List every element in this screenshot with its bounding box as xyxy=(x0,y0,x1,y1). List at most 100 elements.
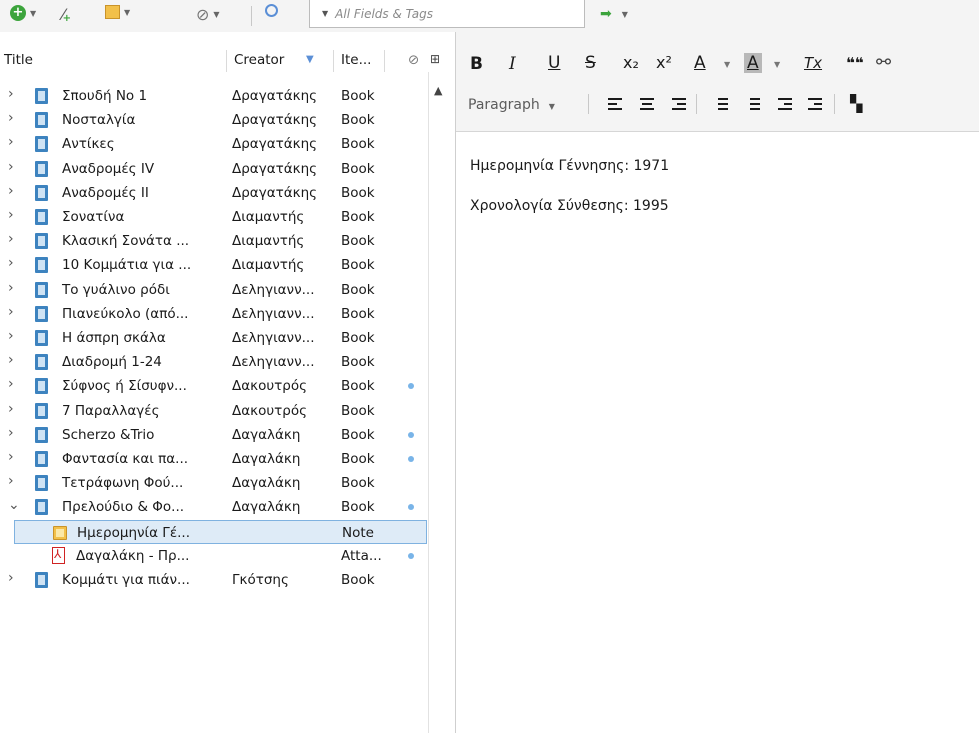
strikethrough-button[interactable]: S xyxy=(585,53,596,73)
underline-button[interactable]: U xyxy=(548,53,560,73)
collapse-twisty-icon[interactable]: ⌄ xyxy=(8,497,20,513)
tree-row-book[interactable]: › Κλασική Σονάτα ... Διαμαντής Book xyxy=(0,229,428,253)
tree-row-book[interactable]: › Πιανεύκολο (από... Δεληγιανν... Book xyxy=(0,302,428,326)
tree-row-attachment[interactable]: Δαγαλάκη - Πρ... Atta... xyxy=(0,544,428,568)
attachment-dot-icon[interactable] xyxy=(408,456,414,462)
book-icon xyxy=(35,475,48,492)
column-picker-icon[interactable]: ⊞ xyxy=(430,52,440,66)
chevron-down-icon[interactable]: ▼ xyxy=(774,60,780,69)
column-title[interactable]: Title xyxy=(4,52,33,68)
expand-twisty-icon[interactable]: › xyxy=(8,110,14,126)
chevron-down-icon: ▼ xyxy=(213,10,220,19)
tree-row-book[interactable]: › Κομμάτι για πιάν... Γκότσης Book xyxy=(0,568,428,592)
row-creator: Δραγατάκης xyxy=(232,112,318,129)
align-center-icon[interactable] xyxy=(640,98,654,111)
attachment-dot-icon[interactable] xyxy=(408,431,414,438)
chevron-down-icon[interactable]: ▼ xyxy=(724,60,730,69)
items-tree[interactable]: Title Creator ▼ Ite... ⊘ ⊞ › Σπουδή No 1 Δ… xyxy=(0,32,446,733)
tree-row-book[interactable]: › Φαντασία και πα... Δαγαλάκη Book xyxy=(0,447,428,471)
column-creator[interactable]: Creator xyxy=(234,52,284,68)
attachment-dot-icon[interactable] xyxy=(408,504,414,511)
scroll-up-icon[interactable]: ▲ xyxy=(434,84,442,97)
clear-formatting-button[interactable]: Tx xyxy=(804,54,822,72)
row-title: Αντίκες xyxy=(62,136,115,153)
highlight-color-button[interactable]: A xyxy=(744,53,762,73)
row-item-type: Book xyxy=(341,402,375,419)
tree-row-book[interactable]: › Σύφνος ή Σίσυφν... Δακουτρός Book xyxy=(0,374,428,398)
column-divider[interactable] xyxy=(333,50,334,72)
expand-twisty-icon[interactable]: › xyxy=(8,86,14,102)
expand-twisty-icon[interactable]: › xyxy=(8,183,14,199)
expand-twisty-icon[interactable]: › xyxy=(8,255,14,271)
tree-row-book[interactable]: › Αναδρομές IV Δραγατάκης Book xyxy=(0,157,428,181)
add-by-identifier-button[interactable]: ⁄ + xyxy=(62,5,71,24)
row-title: Σπουδή No 1 xyxy=(62,88,148,104)
tree-row-book[interactable]: › Η άσπρη σκάλα Δεληγιανν... Book xyxy=(0,326,428,350)
subscript-button[interactable]: x₂ xyxy=(623,53,639,72)
toolbar-divider xyxy=(251,6,252,26)
link-icon[interactable]: ⚯ xyxy=(876,52,891,73)
outdent-icon[interactable] xyxy=(778,98,792,111)
search-input[interactable]: ▼ All Fields & Tags xyxy=(309,0,585,28)
column-item-type[interactable]: Ite... xyxy=(341,52,371,68)
row-title: Πρελούδιο & Φο... xyxy=(62,499,185,516)
align-right-icon[interactable] xyxy=(672,98,686,111)
expand-twisty-icon[interactable]: › xyxy=(8,449,14,465)
expand-twisty-icon[interactable]: › xyxy=(8,207,14,223)
tree-row-book[interactable]: › Scherzo &Trio Δαγαλάκη Book xyxy=(0,423,428,447)
tree-row-book[interactable]: › Τετράφωνη Φού... Δαγαλάκη Book xyxy=(0,471,428,495)
expand-twisty-icon[interactable]: › xyxy=(8,159,14,175)
row-item-type: Book xyxy=(341,257,375,274)
tree-row-book[interactable]: › Το γυάλινο ρόδι Δεληγιανν... Book xyxy=(0,278,428,302)
bold-button[interactable]: B xyxy=(470,54,483,74)
tree-row-book[interactable]: › 10 Κομμάτια για ... Διαμαντής Book xyxy=(0,253,428,277)
new-item-button[interactable]: + ▼ xyxy=(10,5,36,21)
expand-twisty-icon[interactable]: › xyxy=(8,401,14,417)
chevron-down-icon[interactable]: ▼ xyxy=(322,9,328,18)
attachment-dot-icon[interactable] xyxy=(408,383,414,390)
note-content[interactable]: Ημερομηνία Γέννησης: 1971 Χρονολογία Σύν… xyxy=(470,156,669,236)
row-item-type: Book xyxy=(341,330,375,346)
tree-row-book[interactable]: › 7 Παραλλαγές Δακουτρός Book xyxy=(0,399,428,423)
tree-row-book[interactable]: › Αναδρομές ΙΙ Δραγατάκης Book xyxy=(0,181,428,205)
bullet-list-icon[interactable] xyxy=(714,98,728,111)
expand-twisty-icon[interactable]: › xyxy=(8,352,14,368)
expand-twisty-icon[interactable]: › xyxy=(8,570,14,586)
expand-twisty-icon[interactable]: › xyxy=(8,376,14,392)
expand-twisty-icon[interactable]: › xyxy=(8,280,14,296)
advanced-search-button[interactable] xyxy=(265,4,278,17)
tree-row-book[interactable]: › Σονατίνα Διαμαντής Book xyxy=(0,205,428,229)
attachment-column-icon[interactable]: ⊘ xyxy=(408,52,419,68)
tree-row-note[interactable]: Ημερομηνία Γέ... Note xyxy=(14,519,427,544)
tree-row-book[interactable]: ⌄ Πρελούδιο & Φο... Δαγαλάκη Book xyxy=(0,495,428,519)
add-attachment-button[interactable]: ⊘ ▼ xyxy=(196,5,220,24)
expand-twisty-icon[interactable]: › xyxy=(8,473,14,489)
numbered-list-icon[interactable] xyxy=(746,98,760,111)
tree-row-book[interactable]: › Αντίκες Δραγατάκης Book xyxy=(0,132,428,156)
main-toolbar: + ▼ ⁄ + ▼ ⊘ ▼ ▼ All Fields & Tags ➡ ▼ xyxy=(0,0,979,32)
scrollbar-track[interactable] xyxy=(428,72,429,733)
align-left-icon[interactable] xyxy=(608,98,622,111)
attachment-dot-icon[interactable] xyxy=(408,552,414,559)
superscript-button[interactable]: x² xyxy=(656,53,672,72)
indent-icon[interactable] xyxy=(808,98,822,111)
expand-twisty-icon[interactable]: › xyxy=(8,231,14,247)
expand-twisty-icon[interactable]: › xyxy=(8,134,14,150)
column-divider[interactable] xyxy=(384,50,385,72)
text-color-button[interactable]: A xyxy=(694,53,706,73)
paragraph-format-select[interactable]: Paragraph ▼ xyxy=(468,97,555,113)
blockquote-button[interactable]: ❝❝ xyxy=(846,54,864,72)
italic-button[interactable]: I xyxy=(509,54,516,74)
locate-button[interactable]: ➡ ▼ xyxy=(600,6,628,22)
tree-row-book[interactable]: › Σπουδή No 1 Δραγατάκης Book xyxy=(0,84,428,108)
tree-row-book[interactable]: › Νοσταλγία Δραγατάκης Book xyxy=(0,108,428,132)
row-title: Αναδρομές ΙΙ xyxy=(62,184,149,201)
expand-twisty-icon[interactable]: › xyxy=(8,425,14,441)
new-note-button[interactable]: ▼ xyxy=(105,5,130,19)
column-divider[interactable] xyxy=(226,50,227,72)
find-replace-icon[interactable]: ▚ xyxy=(850,94,862,113)
tree-row-book[interactable]: › Διαδρομή 1-24 Δεληγιανν... Book xyxy=(0,350,428,374)
row-item-type: Note xyxy=(342,524,374,541)
expand-twisty-icon[interactable]: › xyxy=(8,304,14,320)
expand-twisty-icon[interactable]: › xyxy=(8,328,14,344)
